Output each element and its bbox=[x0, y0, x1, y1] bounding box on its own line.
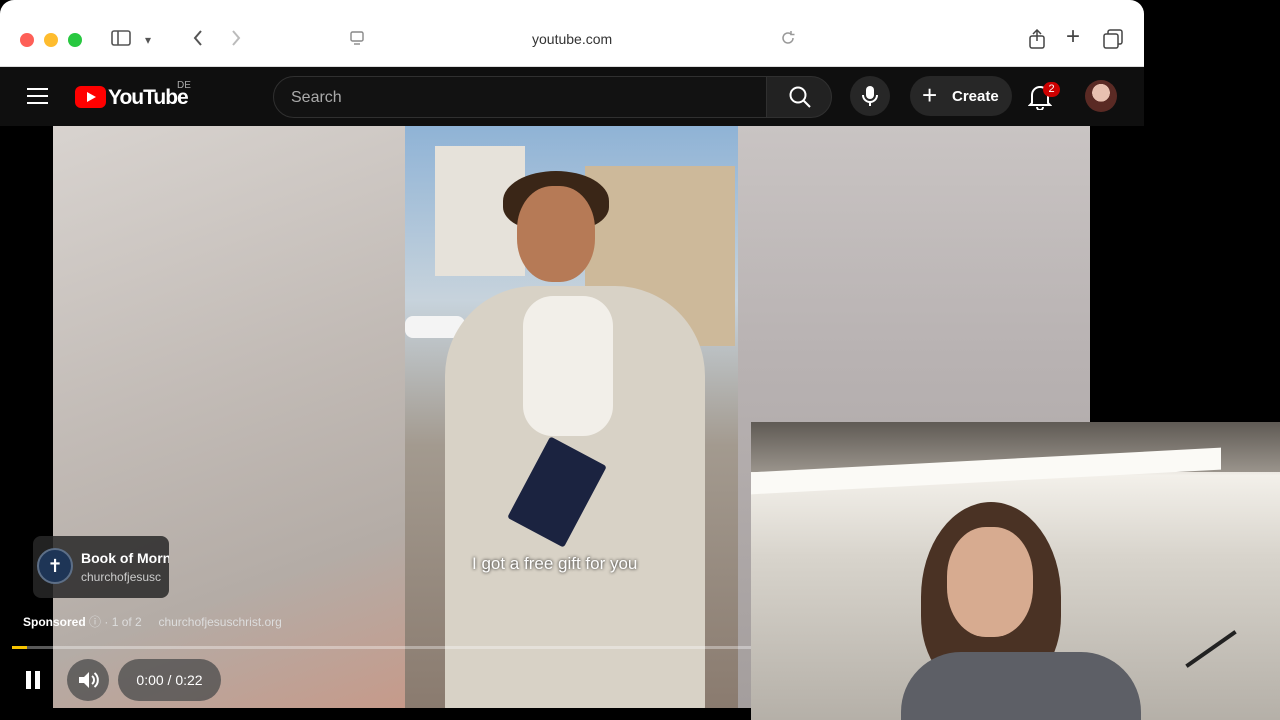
tab-overview-icon[interactable] bbox=[1103, 29, 1123, 54]
search-icon bbox=[789, 86, 811, 108]
volume-button[interactable] bbox=[67, 659, 109, 701]
youtube-logo[interactable]: YouTube DE bbox=[75, 80, 215, 111]
hamburger-menu-icon[interactable] bbox=[27, 87, 48, 110]
minimize-window-button[interactable] bbox=[44, 33, 58, 47]
new-tab-plus-icon[interactable]: + bbox=[1066, 25, 1080, 49]
pause-icon bbox=[26, 671, 40, 689]
search-placeholder: Search bbox=[291, 89, 342, 106]
video-frame bbox=[405, 126, 738, 708]
youtube-header: YouTube DE Search + Create 2 bbox=[0, 67, 1144, 126]
share-icon[interactable] bbox=[1028, 28, 1046, 54]
video-caption: I got a free gift for you bbox=[472, 554, 638, 573]
sponsored-label: Sponsored bbox=[23, 615, 86, 629]
close-window-button[interactable] bbox=[20, 33, 34, 47]
microphone-arm bbox=[1185, 630, 1237, 668]
ad-meta-row: Sponsored ⓘ · 1 of 2 churchofjesuschrist… bbox=[23, 615, 282, 629]
progress-fill bbox=[12, 646, 27, 649]
pause-button[interactable] bbox=[25, 670, 41, 695]
ad-channel: churchofjesusc bbox=[81, 570, 162, 584]
region-code: DE bbox=[177, 80, 191, 91]
browser-toolbar: ▾ youtube.com + bbox=[0, 0, 1144, 67]
webcam-overlay bbox=[751, 422, 1280, 720]
plus-icon: + bbox=[922, 80, 938, 110]
forward-arrow-icon[interactable] bbox=[230, 29, 242, 52]
create-label: Create bbox=[952, 88, 999, 105]
chevron-down-icon[interactable]: ▾ bbox=[145, 29, 151, 51]
volume-icon bbox=[79, 672, 99, 688]
ad-channel-card[interactable]: ✝ Book of Morn churchofjesusc bbox=[33, 536, 169, 598]
back-arrow-icon[interactable] bbox=[192, 29, 204, 52]
progress-bar[interactable] bbox=[12, 646, 752, 649]
zoom-window-button[interactable] bbox=[68, 33, 82, 47]
create-button[interactable]: + Create bbox=[910, 76, 1012, 116]
ad-title: Book of Morn bbox=[81, 550, 169, 566]
logo-text: YouTube bbox=[108, 86, 189, 109]
ad-domain-link[interactable]: churchofjesuschrist.org bbox=[158, 615, 281, 629]
page-menu-icon[interactable] bbox=[350, 29, 364, 51]
voice-search-button[interactable] bbox=[850, 76, 890, 116]
time-display: 0:00 / 0:22 bbox=[118, 659, 221, 701]
search-button[interactable] bbox=[766, 76, 832, 118]
microphone-icon bbox=[862, 86, 878, 106]
sidebar-icon[interactable] bbox=[111, 29, 131, 51]
notification-count-badge: 2 bbox=[1043, 82, 1060, 97]
info-icon[interactable]: ⓘ bbox=[89, 615, 104, 629]
ad-position: 1 of 2 bbox=[111, 615, 142, 629]
church-logo-icon: ✝ bbox=[37, 548, 73, 584]
reload-icon[interactable] bbox=[780, 29, 796, 51]
search-input[interactable]: Search bbox=[273, 76, 767, 118]
address-bar-url[interactable]: youtube.com bbox=[532, 31, 612, 47]
account-avatar[interactable] bbox=[1085, 80, 1117, 112]
